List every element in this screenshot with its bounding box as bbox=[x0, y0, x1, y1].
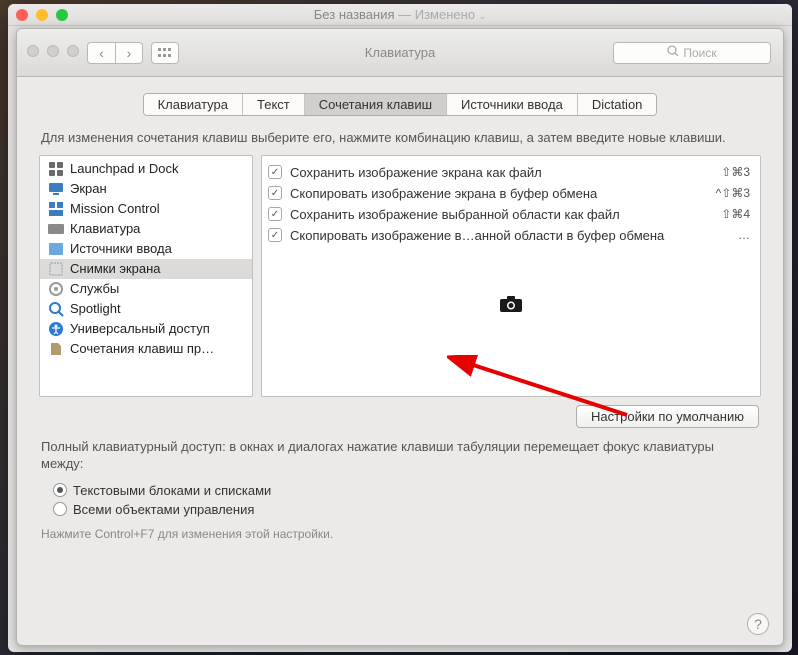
back-button[interactable]: ‹ bbox=[87, 42, 115, 64]
tab-2[interactable]: Сочетания клавиш bbox=[305, 94, 447, 115]
show-all-button[interactable] bbox=[151, 42, 179, 64]
radio-button[interactable] bbox=[53, 483, 67, 497]
search-icon bbox=[667, 45, 679, 60]
shortcut-row[interactable]: ✓ Скопировать изображение в…анной области… bbox=[266, 225, 752, 246]
input-icon bbox=[48, 241, 64, 257]
spotlight-icon bbox=[48, 301, 64, 317]
shortcut-row[interactable]: ✓ Скопировать изображение экрана в буфер … bbox=[266, 183, 752, 204]
control-f7-hint: Нажмите Control+F7 для изменения этой на… bbox=[41, 527, 759, 541]
search-input[interactable]: Поиск bbox=[613, 42, 771, 64]
keyboard-icon bbox=[48, 221, 64, 237]
full-keyboard-access-text: Полный клавиатурный доступ: в окнах и ди… bbox=[41, 438, 759, 473]
sidebar-item-label: Launchpad и Dock bbox=[70, 161, 178, 176]
sidebar-item-spotlight[interactable]: Spotlight bbox=[40, 299, 252, 319]
sidebar-item-label: Mission Control bbox=[70, 201, 160, 216]
sidebar-item-label: Службы bbox=[70, 281, 119, 296]
outer-window-titlebar[interactable]: Без названия — Изменено ⌄ bbox=[8, 4, 792, 26]
maximize-button[interactable] bbox=[67, 45, 79, 57]
minimize-button[interactable] bbox=[36, 9, 48, 21]
content-area: КлавиатураТекстСочетания клавишИсточники… bbox=[17, 77, 783, 555]
shortcut-label: Скопировать изображение экрана в буфер о… bbox=[290, 186, 708, 201]
search-placeholder: Поиск bbox=[683, 46, 716, 60]
shortcut-list[interactable]: ✓ Сохранить изображение экрана как файл ⇧⌘… bbox=[261, 155, 761, 397]
radio-label: Текстовыми блоками и списками bbox=[73, 483, 271, 498]
radio-option-1[interactable]: Всеми объектами управления bbox=[53, 500, 759, 519]
restore-defaults-button[interactable]: Настройки по умолчанию bbox=[576, 405, 759, 428]
outer-traffic-lights bbox=[16, 9, 68, 21]
sidebar-item-label: Универсальный доступ bbox=[70, 321, 210, 336]
sidebar-item-mission[interactable]: Mission Control bbox=[40, 199, 252, 219]
sidebar-item-accessibility[interactable]: Универсальный доступ bbox=[40, 319, 252, 339]
checkbox[interactable]: ✓ bbox=[268, 186, 282, 200]
services-icon bbox=[48, 281, 64, 297]
mission-icon bbox=[48, 201, 64, 217]
close-button[interactable] bbox=[27, 45, 39, 57]
radio-group: Текстовыми блоками и списками Всеми объек… bbox=[53, 481, 759, 519]
radio-label: Всеми объектами управления bbox=[73, 502, 254, 517]
help-button[interactable]: ? bbox=[747, 613, 769, 635]
shortcut-keys[interactable]: ⇧⌘3 bbox=[721, 165, 750, 179]
display-icon bbox=[48, 181, 64, 197]
shortcut-keys[interactable]: ⇧⌘4 bbox=[721, 207, 750, 221]
radio-option-0[interactable]: Текстовыми блоками и списками bbox=[53, 481, 759, 500]
maximize-button[interactable] bbox=[56, 9, 68, 21]
outer-window-changed: — Изменено bbox=[398, 7, 475, 22]
forward-button[interactable]: › bbox=[115, 42, 143, 64]
sidebar-item-label: Экран bbox=[70, 181, 107, 196]
sidebar-item-label: Снимки экрана bbox=[70, 261, 161, 276]
checkbox[interactable]: ✓ bbox=[268, 165, 282, 179]
outer-window: Без названия — Изменено ⌄ ‹ › Клавиатура bbox=[8, 4, 792, 652]
sidebar-item-label: Сочетания клавиш пр… bbox=[70, 341, 214, 356]
sidebar-item-label: Клавиатура bbox=[70, 221, 140, 236]
sidebar-item-launchpad[interactable]: Launchpad и Dock bbox=[40, 159, 252, 179]
sidebar-item-label: Spotlight bbox=[70, 301, 121, 316]
camera-icon bbox=[500, 296, 522, 317]
sidebar-item-display[interactable]: Экран bbox=[40, 179, 252, 199]
shortcut-keys[interactable]: ^⇧⌘3 bbox=[716, 186, 750, 200]
shortcut-row[interactable]: ✓ Сохранить изображение выбранной области… bbox=[266, 204, 752, 225]
category-sidebar[interactable]: Launchpad и Dock Экран Mission Control Клав… bbox=[39, 155, 253, 397]
sidebar-item-keyboard[interactable]: Клавиатура bbox=[40, 219, 252, 239]
close-button[interactable] bbox=[16, 9, 28, 21]
accessibility-icon bbox=[48, 321, 64, 337]
minimize-button[interactable] bbox=[47, 45, 59, 57]
toolbar: ‹ › Клавиатура Поиск bbox=[17, 29, 783, 77]
sidebar-item-screenshot[interactable]: Снимки экрана bbox=[40, 259, 252, 279]
tab-bar: КлавиатураТекстСочетания клавишИсточники… bbox=[39, 93, 761, 116]
radio-button[interactable] bbox=[53, 502, 67, 516]
sidebar-item-services[interactable]: Службы bbox=[40, 279, 252, 299]
shortcut-label: Сохранить изображение выбранной области … bbox=[290, 207, 713, 222]
shortcut-keys[interactable]: … bbox=[738, 228, 750, 242]
inner-traffic-lights bbox=[27, 45, 79, 57]
sidebar-item-app[interactable]: Сочетания клавиш пр… bbox=[40, 339, 252, 359]
checkbox[interactable]: ✓ bbox=[268, 207, 282, 221]
grid-icon bbox=[158, 48, 172, 58]
outer-window-title: Без названия bbox=[314, 7, 395, 22]
sidebar-item-label: Источники ввода bbox=[70, 241, 172, 256]
navigation-buttons: ‹ › bbox=[87, 42, 143, 64]
tab-4[interactable]: Dictation bbox=[578, 94, 657, 115]
app-icon bbox=[48, 341, 64, 357]
tab-1[interactable]: Текст bbox=[243, 94, 305, 115]
launchpad-icon bbox=[48, 161, 64, 177]
checkbox[interactable]: ✓ bbox=[268, 228, 282, 242]
shortcut-label: Сохранить изображение экрана как файл bbox=[290, 165, 713, 180]
tab-3[interactable]: Источники ввода bbox=[447, 94, 578, 115]
shortcut-label: Скопировать изображение в…анной области … bbox=[290, 228, 730, 243]
chevron-down-icon[interactable]: ⌄ bbox=[479, 11, 487, 21]
defaults-row: Настройки по умолчанию bbox=[41, 405, 759, 428]
sidebar-item-input[interactable]: Источники ввода bbox=[40, 239, 252, 259]
instruction-text: Для изменения сочетания клавиш выберите … bbox=[41, 130, 759, 147]
columns: Launchpad и Dock Экран Mission Control Клав… bbox=[39, 155, 761, 397]
tab-0[interactable]: Клавиатура bbox=[144, 94, 243, 115]
system-preferences-window: ‹ › Клавиатура Поиск КлавиатураТекстСоче… bbox=[16, 28, 784, 646]
screenshot-icon bbox=[48, 261, 64, 277]
shortcut-row[interactable]: ✓ Сохранить изображение экрана как файл ⇧⌘… bbox=[266, 162, 752, 183]
